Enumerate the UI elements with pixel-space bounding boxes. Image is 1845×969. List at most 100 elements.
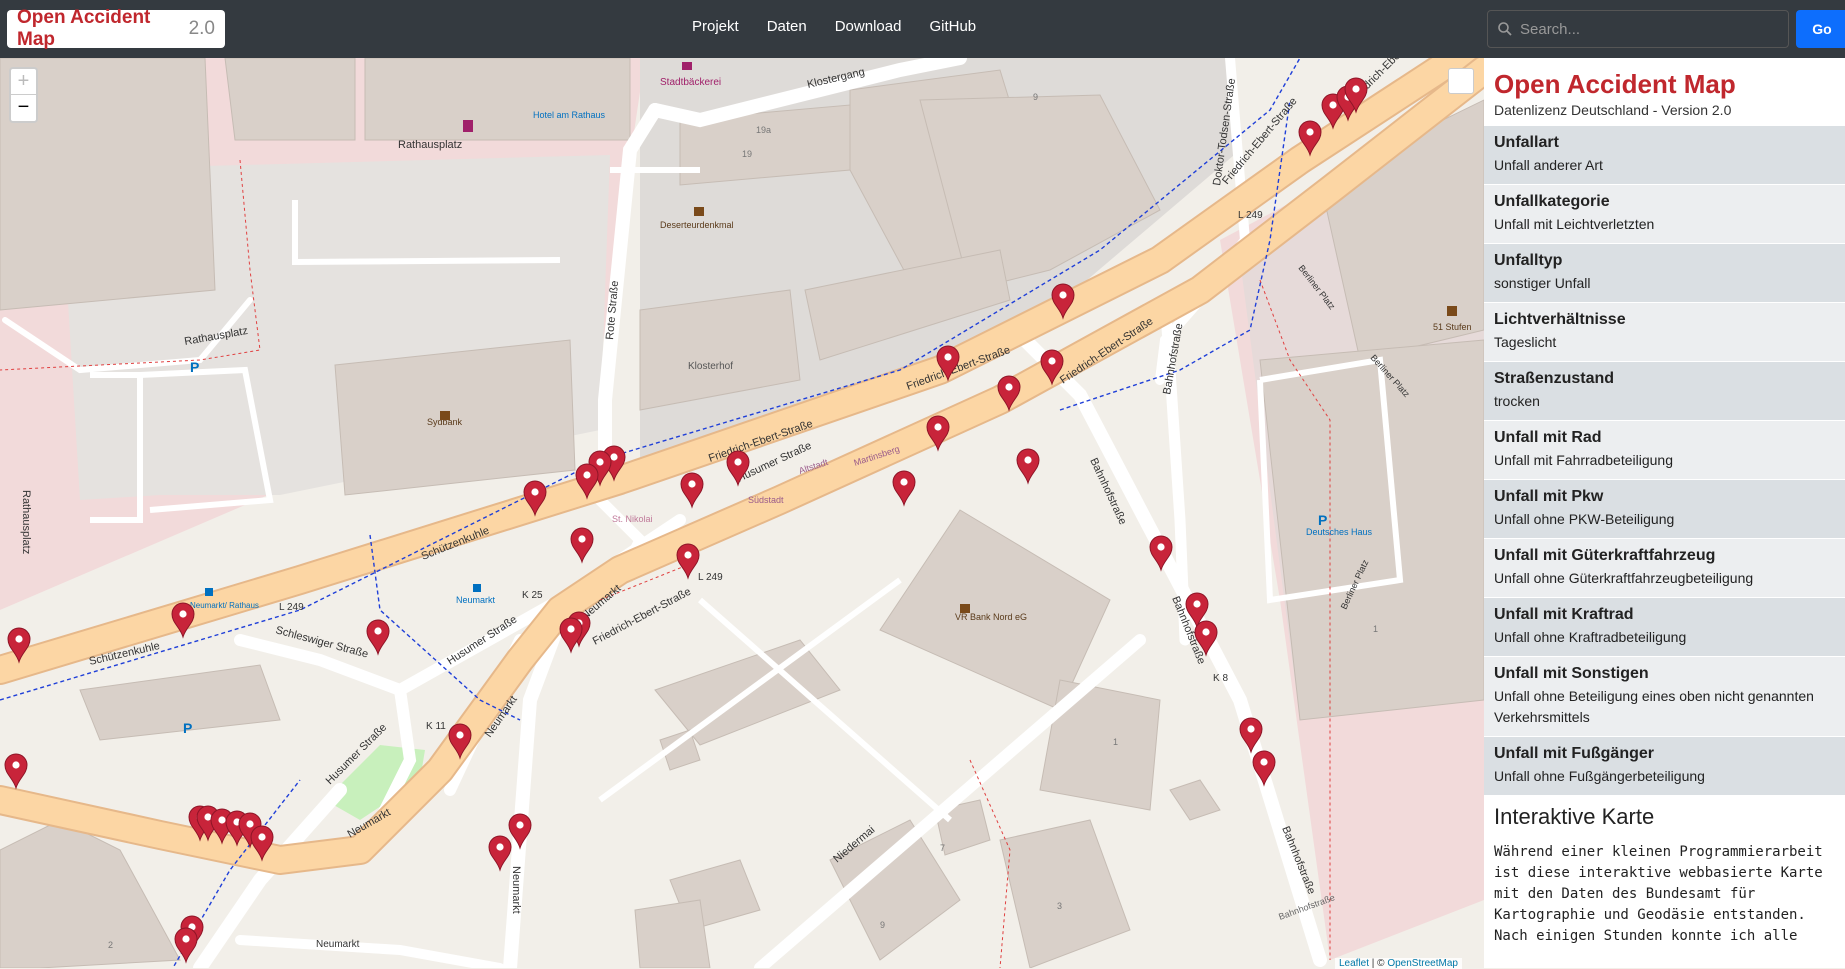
hotel-icon [463,120,473,132]
label-n1a: 1 [1113,737,1118,747]
brand-logo[interactable]: Open Accident Map 2.0 [7,7,225,50]
attr-row: Unfallart Unfall anderer Art [1484,126,1845,185]
label-stufen: 51 Stufen [1433,322,1472,332]
nav-link-download[interactable]: Download [835,18,902,35]
zoom-out-button[interactable]: − [11,95,36,121]
zoom-control: + − [9,67,38,123]
label-n3: 3 [1057,901,1062,911]
map-canvas[interactable]: Klostergang Stadtbäckerei Hotel am Ratha… [0,58,1484,968]
label-vr-bank: VR Bank Nord eG [955,612,1027,622]
label-n7: 7 [940,843,945,853]
label-stadtbaeckerei: Stadtbäckerei [660,77,721,88]
attr-value: Unfall anderer Art [1494,157,1603,173]
nav-link-projekt[interactable]: Projekt [692,18,739,35]
attr-key: Unfallart [1494,134,1559,151]
monument-icon [694,207,704,216]
label-l249-3: L 249 [279,602,304,613]
attr-key: Unfallkategorie [1494,193,1610,210]
attr-value: Unfall mit Fahrradbeteiligung [1494,452,1673,468]
brand-version: 2.0 [188,18,215,39]
parking-icon: P [183,720,192,736]
attr-key: Unfall mit Güterkraftfahrzeug [1494,547,1716,564]
attr-row: Unfall mit Kraftrad Unfall ohne Kraftradb… [1484,598,1845,657]
attr-value: Unfall mit Leichtverletzten [1494,216,1655,232]
intro-section: Interaktive Karte Während einer kleinen … [1484,804,1845,947]
label-n9: 9 [1033,92,1038,102]
bakery-icon [682,62,692,70]
label-n2: 2 [108,940,113,950]
label-l249-2: L 249 [698,572,723,583]
label-n1b: 1 [1373,624,1378,634]
attribution-separator: | © [1369,958,1388,969]
label-rathausplatz-1: Rathausplatz [398,139,462,151]
attr-value: Unfall ohne PKW-Beteiligung [1494,511,1675,527]
attr-key: Unfall mit Kraftrad [1494,606,1634,623]
attr-row: Unfall mit Güterkraftfahrzeug Unfall ohne… [1484,539,1845,598]
attr-key: Straßenzustand [1494,370,1615,387]
intro-heading: Interaktive Karte [1494,804,1655,829]
attr-row: Unfall mit Pkw Unfall ohne PKW-Beteiligun… [1484,480,1845,539]
search-input[interactable] [1520,20,1770,38]
map-attribution: Leaflet | © OpenStreetMap [1335,958,1462,969]
parking-icon: P [190,359,199,375]
attr-key: Unfall mit Rad [1494,429,1602,446]
label-neumarkt-4: Neumarkt [510,866,522,914]
panel-subtitle: Datenlizenz Deutschland - Version 2.0 [1494,102,1732,118]
go-button[interactable]: Go [1796,10,1845,48]
attr-value: Unfall ohne Kraftradbeteiligung [1494,629,1687,645]
leaflet-link[interactable]: Leaflet [1339,958,1369,969]
bus-stop-icon [473,584,481,592]
attr-key: Unfall mit Pkw [1494,488,1604,505]
attr-row: Unfall mit Sonstigen Unfall ohne Beteilig… [1484,657,1845,737]
nav-link-github[interactable]: GitHub [929,18,976,35]
zoom-in-button[interactable]: + [11,69,36,95]
attr-row: Unfall mit Rad Unfall mit Fahrradbeteilig… [1484,421,1845,480]
attr-key: Unfall mit Sonstigen [1494,665,1649,682]
navbar: Open Accident Map 2.0 Projekt Daten Down… [0,0,1845,58]
attr-value: Tageslicht [1494,334,1557,350]
bank-icon [960,604,970,613]
label-hotel: Hotel am Rathaus [533,110,606,120]
viewpoint-icon [1447,306,1457,316]
attr-value: sonstiger Unfall [1494,275,1591,291]
attr-value: Unfall ohne Fußgängerbeteiligung [1494,768,1705,784]
attr-value: Unfall ohne Beteiligung eines oben nicht… [1494,688,1814,725]
search-box [1487,10,1789,48]
panel-header: Open Accident Map Datenlizenz Deutschlan… [1484,58,1845,118]
brand-name: Open Accident Map [17,7,151,50]
label-rathausplatz-3: Rathausplatz [20,490,32,554]
attr-key: Unfall mit Fußgänger [1494,745,1654,762]
label-n9b: 9 [880,920,885,930]
attr-row: Unfallkategorie Unfall mit Leichtverletzt… [1484,185,1845,244]
bank-icon [440,411,450,420]
label-k8: K 8 [1213,673,1228,684]
attr-key: Lichtverhältnisse [1494,311,1626,328]
accident-attributes: Unfallart Unfall anderer Art Unfallkatego… [1484,126,1845,796]
panel-title: Open Accident Map [1494,69,1736,99]
attr-key: Unfalltyp [1494,252,1563,269]
bus-stop-icon [205,588,213,596]
label-neumarkt-5: Neumarkt [316,939,360,950]
attr-row: Straßenzustand trocken [1484,362,1845,421]
label-k25: K 25 [522,590,543,601]
label-deutsches-haus: Deutsches Haus [1306,527,1373,537]
label-deserteurdenkmal: Deserteurdenkmal [660,220,734,230]
nav-links: Projekt Daten Download GitHub [692,18,1004,35]
label-k11: K 11 [426,721,446,732]
label-n19a: 19a [756,125,771,135]
attr-row: Unfalltyp sonstiger Unfall [1484,244,1845,303]
intro-text: Während einer kleinen Programmierarbeit … [1494,844,1823,944]
label-neumarkt-poi: Neumarkt [456,595,496,605]
osm-link[interactable]: OpenStreetMap [1387,958,1458,969]
label-n19: 19 [742,149,752,159]
layers-button[interactable] [1448,68,1474,94]
attr-value: Unfall ohne Güterkraftfahrzeugbeteiligun… [1494,570,1754,586]
attr-value: trocken [1494,393,1540,409]
search-icon [1498,22,1512,36]
map[interactable]: Klostergang Stadtbäckerei Hotel am Ratha… [0,58,1484,968]
nav-link-daten[interactable]: Daten [767,18,807,35]
parking-icon: P [1318,512,1327,528]
label-l249-1: L 249 [1238,210,1263,221]
attr-row: Lichtverhältnisse Tageslicht [1484,303,1845,362]
label-klosterhof: Klosterhof [688,361,733,372]
